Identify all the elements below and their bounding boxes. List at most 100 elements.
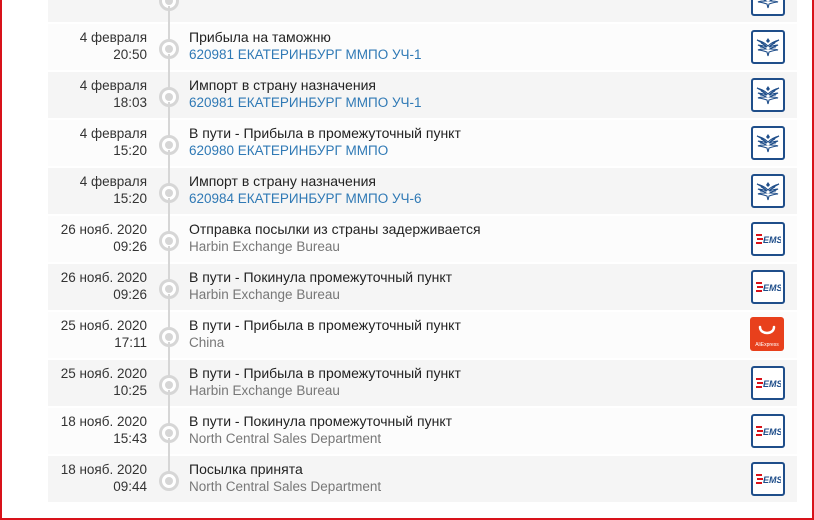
event-status: Отправка посылки из страны задерживается xyxy=(189,221,481,237)
event-details: В пути - Прибыла в промежуточный пункт Ha… xyxy=(189,365,461,399)
timeline-line xyxy=(168,54,170,72)
event-status: В пути - Покинула промежуточный пункт xyxy=(189,413,453,429)
timeline-line xyxy=(168,312,170,328)
event-time: 09:26 xyxy=(113,239,147,254)
svg-text:EMS: EMS xyxy=(763,379,781,389)
timeline-line xyxy=(168,408,170,424)
event-date: 26 нояб. 2020 xyxy=(60,270,147,285)
event-time: 17:11 xyxy=(114,335,147,350)
event-details: В пути - Покинула промежуточный пункт Nor… xyxy=(189,413,452,447)
event-date: 25 нояб. 2020 xyxy=(60,366,147,381)
event-location: North Central Sales Department xyxy=(189,479,382,494)
event-date: 4 февраля xyxy=(79,126,147,141)
tracking-event-row: 4 февраля 15:20 Импорт в страну назначения… xyxy=(48,168,797,216)
ems-logo-icon: EMS xyxy=(751,222,785,256)
event-time: 15:20 xyxy=(113,191,147,206)
russian-post-logo-icon xyxy=(751,0,785,16)
russian-post-logo-icon xyxy=(751,30,785,64)
timeline-line xyxy=(168,120,170,136)
event-status: Посылка принята xyxy=(189,461,303,477)
event-datetime: 4 февраля 20:50 xyxy=(80,29,147,63)
event-status: В пути - Прибыла в промежуточный пункт xyxy=(189,365,461,381)
event-details: Посылка принята North Central Sales Depar… xyxy=(189,461,381,495)
tracking-event-row: 18 нояб. 2020 09:44 Посылка принята North C… xyxy=(48,456,797,502)
event-date: 25 нояб. 2020 xyxy=(60,318,147,333)
timeline-line xyxy=(168,24,170,40)
event-time: 15:20 xyxy=(113,143,147,158)
russian-post-logo-icon xyxy=(751,174,785,208)
ems-logo-icon: EMS xyxy=(751,366,785,400)
tracking-event-row: 20:51620981 ЕКАТЕРИНБУРГ ММПО УЧ-1 xyxy=(48,0,797,24)
event-location[interactable]: 620984 ЕКАТЕРИНБУРГ ММПО УЧ-6 xyxy=(189,190,422,207)
tracking-event-row: 4 февраля 20:50 Прибыла на таможню 620981 Е… xyxy=(48,24,797,72)
tracking-event-row: 26 нояб. 2020 09:26 В пути - Покинула пром… xyxy=(48,264,797,312)
event-time: 09:26 xyxy=(113,287,147,302)
event-status: Импорт в страну назначения xyxy=(189,173,376,189)
tracking-event-row: 26 нояб. 2020 09:26 Отправка посылки из ст… xyxy=(48,216,797,264)
event-status: В пути - Прибыла в промежуточный пункт xyxy=(189,317,461,333)
event-location: North Central Sales Department xyxy=(189,431,382,446)
event-datetime: 18 нояб. 2020 09:44 xyxy=(61,461,147,495)
tracking-event-row: 25 нояб. 2020 17:11 В пути - Прибыла в про… xyxy=(48,312,797,360)
event-details: Импорт в страну назначения 620984 ЕКАТЕРИ… xyxy=(189,173,422,207)
aliexpress-logo-icon: AliExpress xyxy=(750,317,784,351)
event-location: Harbin Exchange Bureau xyxy=(189,239,340,254)
event-status: В пути - Прибыла в промежуточный пункт xyxy=(189,125,461,141)
event-date: 18 нояб. 2020 xyxy=(60,462,147,477)
event-datetime: 18 нояб. 2020 15:43 xyxy=(61,413,147,447)
event-location: Harbin Exchange Bureau xyxy=(189,383,340,398)
event-datetime: 4 февраля 15:20 xyxy=(80,125,147,159)
event-location: China xyxy=(189,335,225,350)
event-location[interactable]: 620980 ЕКАТЕРИНБУРГ ММПО xyxy=(189,142,461,159)
event-time: 15:43 xyxy=(113,431,147,446)
event-details: В пути - Прибыла в промежуточный пункт 62… xyxy=(189,125,461,159)
russian-post-logo-icon xyxy=(751,126,785,160)
ems-logo-icon: EMS xyxy=(751,270,785,304)
event-datetime: 4 февраля 18:03 xyxy=(80,77,147,111)
event-details: В пути - Покинула промежуточный пункт Har… xyxy=(189,269,452,303)
event-datetime: 4 февраля 15:20 xyxy=(80,173,147,207)
svg-text:EMS: EMS xyxy=(763,475,781,485)
timeline-line xyxy=(168,342,170,360)
event-datetime: 26 нояб. 2020 09:26 xyxy=(61,221,147,255)
tracking-event-row: 18 нояб. 2020 15:43 В пути - Покинула пром… xyxy=(48,408,797,456)
timeline-dot xyxy=(159,471,179,491)
tracking-history-list: 20:51620981 ЕКАТЕРИНБУРГ ММПО УЧ-1 4 февр… xyxy=(48,0,797,504)
timeline-line xyxy=(168,198,170,216)
ems-logo-icon: EMS xyxy=(751,414,785,448)
timeline-line xyxy=(168,246,170,264)
svg-text:EMS: EMS xyxy=(763,427,781,437)
tracking-event-row: 25 нояб. 2020 10:25 В пути - Прибыла в про… xyxy=(48,360,797,408)
event-details: Отправка посылки из страны задерживается… xyxy=(189,221,481,255)
event-location[interactable]: 620981 ЕКАТЕРИНБУРГ ММПО УЧ-1 xyxy=(189,46,422,63)
event-date: 4 февраля xyxy=(79,78,147,93)
tracking-event-row: 4 февраля 15:20 В пути - Прибыла в промежу… xyxy=(48,120,797,168)
event-datetime: 25 нояб. 2020 10:25 xyxy=(61,365,147,399)
svg-text:EMS: EMS xyxy=(763,235,781,245)
event-date: 18 нояб. 2020 xyxy=(60,414,147,429)
timeline-line xyxy=(168,294,170,312)
russian-post-logo-icon xyxy=(751,78,785,112)
timeline-line xyxy=(168,168,170,184)
event-time: 18:03 xyxy=(113,95,147,110)
ems-logo-icon: EMS xyxy=(751,462,785,496)
timeline-line xyxy=(168,438,170,456)
event-location: Harbin Exchange Bureau xyxy=(189,287,340,302)
event-location[interactable]: 620981 ЕКАТЕРИНБУРГ ММПО УЧ-1 xyxy=(189,94,422,111)
timeline-line xyxy=(168,72,170,88)
timeline-line xyxy=(168,102,170,120)
timeline-line xyxy=(168,456,170,472)
svg-text:AliExpress: AliExpress xyxy=(755,342,779,348)
timeline-line xyxy=(168,390,170,408)
timeline-line xyxy=(168,264,170,280)
event-time: 20:50 xyxy=(113,47,147,62)
timeline-line xyxy=(168,6,170,24)
timeline-line xyxy=(168,150,170,168)
event-date: 4 февраля xyxy=(79,30,147,45)
event-details: В пути - Прибыла в промежуточный пункт Ch… xyxy=(189,317,461,351)
event-time: 10:25 xyxy=(113,383,147,398)
timeline-line xyxy=(168,216,170,232)
event-status: Импорт в страну назначения xyxy=(189,77,376,93)
event-date: 26 нояб. 2020 xyxy=(60,222,147,237)
event-datetime: 26 нояб. 2020 09:26 xyxy=(61,269,147,303)
